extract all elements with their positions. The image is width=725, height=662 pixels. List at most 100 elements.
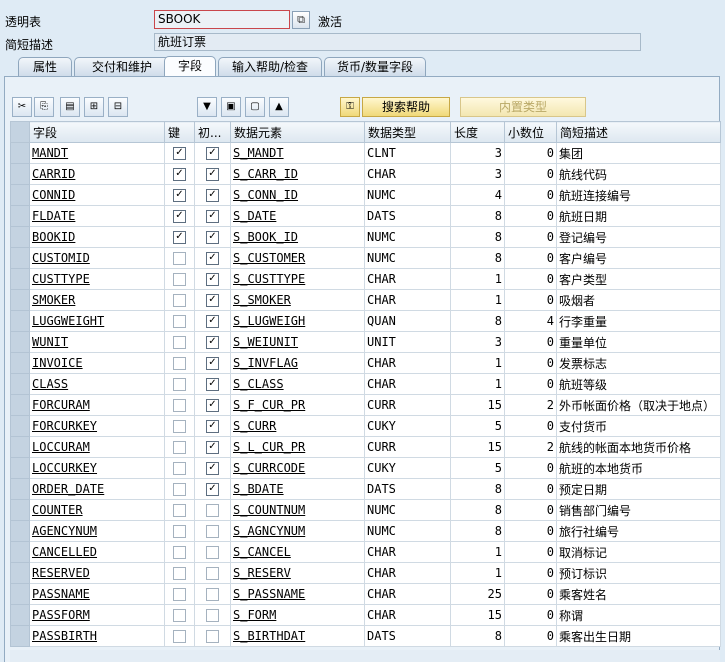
short-desc-field[interactable]: 航班订票 xyxy=(154,33,641,51)
key-checkbox[interactable]: ✓ xyxy=(164,142,195,164)
key-checkbox[interactable] xyxy=(164,289,195,311)
col-header-data-type[interactable]: 数据类型 xyxy=(364,121,451,143)
field-name-cell[interactable]: FLDATE xyxy=(29,205,165,227)
tab-input-help-check[interactable]: 输入帮助/检查 xyxy=(218,57,322,76)
checkbox-unchecked-icon[interactable] xyxy=(206,567,219,580)
key-checkbox[interactable] xyxy=(164,415,195,437)
checkbox-checked-icon[interactable]: ✓ xyxy=(206,378,219,391)
initial-checkbox[interactable] xyxy=(194,604,231,626)
data-element-cell[interactable]: S_CURR xyxy=(230,415,365,437)
field-name-cell[interactable]: LUGGWEIGHT xyxy=(29,310,165,332)
field-name-cell[interactable]: LOCCURAM xyxy=(29,436,165,458)
table-row[interactable]: RESERVED S_RESERV CHAR 1 0 预订标识 xyxy=(10,562,721,584)
checkbox-unchecked-icon[interactable] xyxy=(173,630,186,643)
data-element-cell[interactable]: S_WEIUNIT xyxy=(230,331,365,353)
key-checkbox[interactable] xyxy=(164,541,195,563)
row-selector[interactable] xyxy=(10,142,30,164)
scroll-top-icon[interactable]: ▲ xyxy=(269,97,289,117)
row-selector[interactable] xyxy=(10,562,30,584)
checkbox-checked-icon[interactable]: ✓ xyxy=(206,231,219,244)
initial-checkbox[interactable]: ✓ xyxy=(194,226,231,248)
row-selector[interactable] xyxy=(10,163,30,185)
delete-row-icon[interactable]: ⊟ xyxy=(108,97,128,117)
col-header-length[interactable]: 长度 xyxy=(450,121,505,143)
row-selector[interactable] xyxy=(10,289,30,311)
table-row[interactable]: INVOICE ✓ S_INVFLAG CHAR 1 0 发票标志 xyxy=(10,352,721,374)
col-header-field[interactable]: 字段 xyxy=(29,121,165,143)
data-element-cell[interactable]: S_LUGWEIGH xyxy=(230,310,365,332)
row-selector[interactable] xyxy=(10,247,30,269)
col-header-key[interactable]: 键 xyxy=(164,121,195,143)
field-name-cell[interactable]: INVOICE xyxy=(29,352,165,374)
checkbox-checked-icon[interactable]: ✓ xyxy=(206,189,219,202)
checkbox-checked-icon[interactable]: ✓ xyxy=(173,147,186,160)
initial-checkbox[interactable]: ✓ xyxy=(194,268,231,290)
row-selector[interactable] xyxy=(10,352,30,374)
table-name-field[interactable]: SBOOK xyxy=(154,10,290,29)
initial-checkbox[interactable]: ✓ xyxy=(194,163,231,185)
field-name-cell[interactable]: ORDER_DATE xyxy=(29,478,165,500)
field-name-cell[interactable]: RESERVED xyxy=(29,562,165,584)
table-row[interactable]: CONNID ✓ ✓ S_CONN_ID NUMC 4 0 航班连接编号 xyxy=(10,184,721,206)
data-element-cell[interactable]: S_CUSTOMER xyxy=(230,247,365,269)
key-checkbox[interactable] xyxy=(164,436,195,458)
checkbox-unchecked-icon[interactable] xyxy=(173,273,186,286)
table-row[interactable]: BOOKID ✓ ✓ S_BOOK_ID NUMC 8 0 登记编号 xyxy=(10,226,721,248)
checkbox-unchecked-icon[interactable] xyxy=(173,609,186,622)
initial-checkbox[interactable]: ✓ xyxy=(194,436,231,458)
data-element-cell[interactable]: S_SMOKER xyxy=(230,289,365,311)
key-checkbox[interactable] xyxy=(164,331,195,353)
key-checkbox[interactable] xyxy=(164,583,195,605)
col-header-initial[interactable]: 初... xyxy=(194,121,231,143)
tab-fields[interactable]: 字段 xyxy=(164,56,216,77)
key-checkbox[interactable] xyxy=(164,373,195,395)
data-element-cell[interactable]: S_MANDT xyxy=(230,142,365,164)
key-checkbox[interactable] xyxy=(164,268,195,290)
table-row[interactable]: CUSTOMID ✓ S_CUSTOMER NUMC 8 0 客户编号 xyxy=(10,247,721,269)
col-header-data-element[interactable]: 数据元素 xyxy=(230,121,365,143)
initial-checkbox[interactable]: ✓ xyxy=(194,247,231,269)
initial-checkbox[interactable] xyxy=(194,499,231,521)
row-selector[interactable] xyxy=(10,184,30,206)
copy-icon[interactable]: ⎘ xyxy=(34,97,54,117)
checkbox-checked-icon[interactable]: ✓ xyxy=(206,336,219,349)
col-header-decimals[interactable]: 小数位 xyxy=(504,121,557,143)
checkbox-unchecked-icon[interactable] xyxy=(206,546,219,559)
field-name-cell[interactable]: LOCCURKEY xyxy=(29,457,165,479)
checkbox-checked-icon[interactable]: ✓ xyxy=(206,357,219,370)
checkbox-checked-icon[interactable]: ✓ xyxy=(173,189,186,202)
table-row[interactable]: WUNIT ✓ S_WEIUNIT UNIT 3 0 重量单位 xyxy=(10,331,721,353)
table-row[interactable]: LUGGWEIGHT ✓ S_LUGWEIGH QUAN 8 4 行李重量 xyxy=(10,310,721,332)
initial-checkbox[interactable] xyxy=(194,583,231,605)
field-name-cell[interactable]: MANDT xyxy=(29,142,165,164)
key-icon[interactable]: ⚿ xyxy=(340,97,360,117)
checkbox-unchecked-icon[interactable] xyxy=(173,252,186,265)
cut-icon[interactable]: ✂ xyxy=(12,97,32,117)
col-header-short-desc[interactable]: 简短描述 xyxy=(556,121,721,143)
key-checkbox[interactable] xyxy=(164,352,195,374)
row-selector[interactable] xyxy=(10,436,30,458)
table-row[interactable]: CUSTTYPE ✓ S_CUSTTYPE CHAR 1 0 客户类型 xyxy=(10,268,721,290)
data-element-cell[interactable]: S_CURRCODE xyxy=(230,457,365,479)
initial-checkbox[interactable]: ✓ xyxy=(194,415,231,437)
data-element-cell[interactable]: S_AGNCYNUM xyxy=(230,520,365,542)
row-selector[interactable] xyxy=(10,310,30,332)
checkbox-checked-icon[interactable]: ✓ xyxy=(173,231,186,244)
table-row[interactable]: CANCELLED S_CANCEL CHAR 1 0 取消标记 xyxy=(10,541,721,563)
initial-checkbox[interactable] xyxy=(194,562,231,584)
key-checkbox[interactable]: ✓ xyxy=(164,205,195,227)
table-row[interactable]: PASSNAME S_PASSNAME CHAR 25 0 乘客姓名 xyxy=(10,583,721,605)
checkbox-checked-icon[interactable]: ✓ xyxy=(206,294,219,307)
checkbox-checked-icon[interactable]: ✓ xyxy=(206,399,219,412)
table-row[interactable]: ORDER_DATE ✓ S_BDATE DATS 8 0 预定日期 xyxy=(10,478,721,500)
tab-attributes[interactable]: 属性 xyxy=(18,57,72,76)
filter-icon[interactable]: ▼ xyxy=(197,97,217,117)
checkbox-checked-icon[interactable]: ✓ xyxy=(206,420,219,433)
key-checkbox[interactable] xyxy=(164,625,195,647)
initial-checkbox[interactable]: ✓ xyxy=(194,457,231,479)
data-element-cell[interactable]: S_COUNTNUM xyxy=(230,499,365,521)
checkbox-checked-icon[interactable]: ✓ xyxy=(206,483,219,496)
checkbox-checked-icon[interactable]: ✓ xyxy=(206,168,219,181)
key-checkbox[interactable]: ✓ xyxy=(164,163,195,185)
field-name-cell[interactable]: FORCURAM xyxy=(29,394,165,416)
